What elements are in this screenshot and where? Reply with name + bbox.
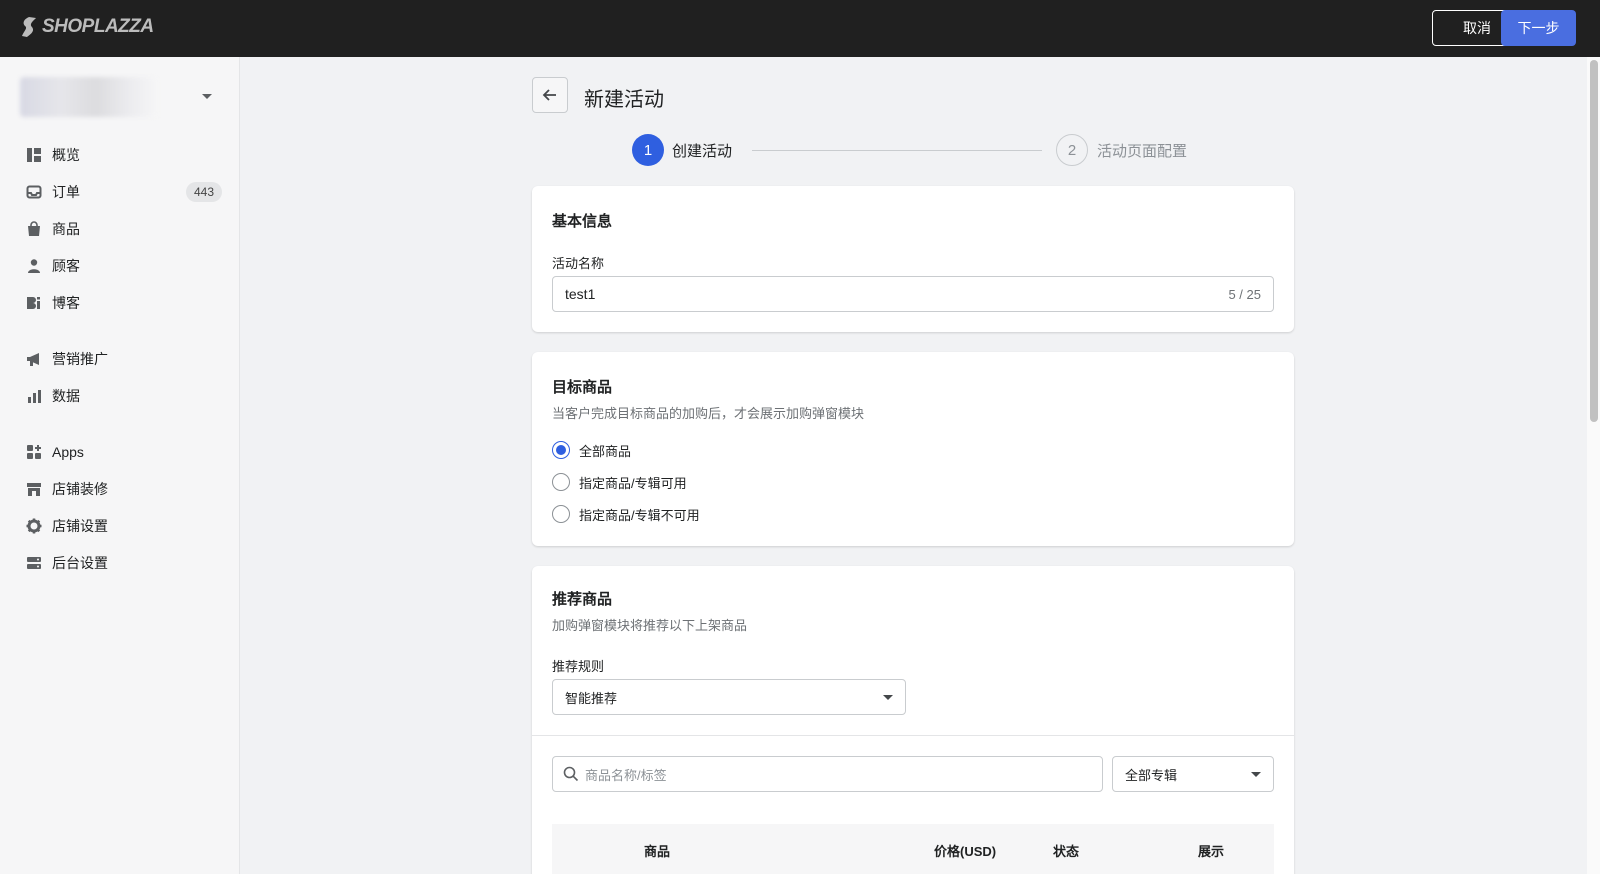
- gear-icon: [26, 518, 42, 534]
- basic-info-card: 基本信息 活动名称 test1 5 / 25: [532, 186, 1294, 332]
- radio-button[interactable]: [552, 441, 570, 459]
- radio-all-products[interactable]: 全部商品: [552, 440, 631, 460]
- sidebar-item-label: 订单: [52, 184, 80, 200]
- recommend-rule-label: 推荐规则: [552, 659, 605, 674]
- sidebar-item-label: 店铺装修: [52, 481, 108, 497]
- recommend-rule-value: 智能推荐: [565, 690, 618, 706]
- sidebar-item-label: Apps: [52, 444, 84, 460]
- sidebar-item-products[interactable]: 商品: [26, 217, 222, 241]
- chevron-down-icon: [202, 94, 212, 99]
- brand-logo[interactable]: SHOPLAZZA: [20, 16, 154, 38]
- recommend-rule-select[interactable]: 智能推荐: [552, 679, 906, 715]
- sidebar-item-analytics[interactable]: 数据: [26, 384, 222, 408]
- page-title: 新建活动: [584, 89, 664, 111]
- overview-icon: [26, 147, 42, 163]
- next-step-button[interactable]: 下一步: [1501, 10, 1576, 46]
- sidebar-item-label: 顾客: [52, 258, 80, 274]
- brand-name: SHOPLAZZA: [42, 16, 154, 37]
- recommended-subtitle: 加购弹窗模块将推荐以下上架商品: [552, 618, 748, 633]
- inbox-icon: [26, 184, 42, 200]
- column-header-product: 商品: [644, 844, 671, 859]
- server-icon: [26, 555, 42, 571]
- sidebar-item-blog[interactable]: 博客: [26, 291, 222, 315]
- sidebar: 概览 订单 443 商品 顾客 博客 营销推广 数据 Apps 店铺装修 店铺设…: [0, 57, 240, 874]
- basic-info-title: 基本信息: [552, 213, 613, 230]
- radio-specific-included[interactable]: 指定商品/专辑可用: [552, 472, 687, 492]
- megaphone-icon: [26, 351, 42, 367]
- column-header-price: 价格(USD): [934, 844, 997, 859]
- sidebar-item-overview[interactable]: 概览: [26, 143, 222, 167]
- sidebar-item-store-settings[interactable]: 店铺设置: [26, 514, 222, 538]
- step-1-label: 创建活动: [672, 143, 733, 160]
- product-table-header: 商品 价格(USD) 状态 展示: [552, 824, 1274, 874]
- sidebar-item-label: 后台设置: [52, 555, 108, 571]
- section-divider: [532, 735, 1294, 736]
- sidebar-item-label: 数据: [52, 388, 80, 404]
- apps-icon: [26, 444, 42, 460]
- back-button[interactable]: [532, 77, 568, 113]
- column-header-status: 状态: [1053, 844, 1080, 859]
- step-connector: [752, 150, 1042, 151]
- sidebar-item-label: 商品: [52, 221, 80, 237]
- sidebar-item-label: 概览: [52, 147, 80, 163]
- chevron-down-icon: [1251, 772, 1261, 777]
- step-1-indicator: 1: [632, 134, 664, 166]
- collection-filter-select[interactable]: 全部专辑: [1112, 756, 1274, 792]
- sidebar-item-online-store[interactable]: 店铺装修: [26, 477, 222, 501]
- target-products-card: 目标商品 当客户完成目标商品的加购后，才会展示加购弹窗模块 全部商品 指定商品/…: [532, 352, 1294, 546]
- search-placeholder: 商品名称/标签: [585, 767, 667, 783]
- bag-icon: [26, 221, 42, 237]
- radio-label: 全部商品: [579, 443, 632, 459]
- top-bar: SHOPLAZZA 取消 下一步: [0, 0, 1600, 57]
- character-counter: 5 / 25: [1228, 287, 1261, 302]
- sidebar-item-label: 博客: [52, 295, 80, 311]
- chevron-down-icon: [883, 695, 893, 700]
- column-header-display: 展示: [1198, 844, 1225, 859]
- radio-specific-excluded[interactable]: 指定商品/专辑不可用: [552, 504, 700, 524]
- sidebar-item-label: 店铺设置: [52, 518, 108, 534]
- target-products-title: 目标商品: [552, 379, 613, 396]
- arrow-left-icon: [542, 89, 556, 101]
- sidebar-item-customers[interactable]: 顾客: [26, 254, 222, 278]
- bar-chart-icon: [26, 388, 42, 404]
- step-2-indicator: 2: [1056, 134, 1088, 166]
- store-name-blurred: [20, 77, 158, 117]
- sidebar-item-apps[interactable]: Apps: [26, 440, 222, 464]
- sidebar-item-orders[interactable]: 订单 443: [26, 180, 222, 204]
- target-products-subtitle: 当客户完成目标商品的加购后，才会展示加购弹窗模块: [552, 406, 865, 421]
- orders-count-badge: 443: [185, 182, 222, 202]
- radio-label: 指定商品/专辑不可用: [579, 507, 700, 523]
- recommended-title: 推荐商品: [552, 591, 613, 608]
- page-scrollbar-thumb[interactable]: [1590, 60, 1598, 422]
- step-2-label: 活动页面配置: [1097, 143, 1188, 160]
- campaign-name-label: 活动名称: [552, 256, 605, 271]
- sidebar-item-marketing[interactable]: 营销推广: [26, 347, 222, 371]
- collection-filter-value: 全部专辑: [1125, 767, 1178, 783]
- radio-button[interactable]: [552, 473, 570, 491]
- store-icon: [26, 481, 42, 497]
- product-search-input[interactable]: 商品名称/标签: [552, 756, 1103, 792]
- search-icon: [563, 766, 579, 782]
- blog-icon: [26, 295, 42, 311]
- sidebar-item-admin-settings[interactable]: 后台设置: [26, 551, 222, 575]
- recommended-products-card: 推荐商品 加购弹窗模块将推荐以下上架商品 推荐规则 智能推荐 商品名称/标签 全…: [532, 566, 1294, 874]
- radio-button[interactable]: [552, 505, 570, 523]
- person-icon: [26, 258, 42, 274]
- store-selector[interactable]: [20, 77, 220, 117]
- campaign-name-input[interactable]: test1 5 / 25: [552, 276, 1274, 312]
- sidebar-item-label: 营销推广: [52, 351, 108, 367]
- campaign-name-value: test1: [565, 286, 596, 302]
- radio-label: 指定商品/专辑可用: [579, 475, 687, 491]
- shoplazza-logo-icon: [22, 17, 36, 37]
